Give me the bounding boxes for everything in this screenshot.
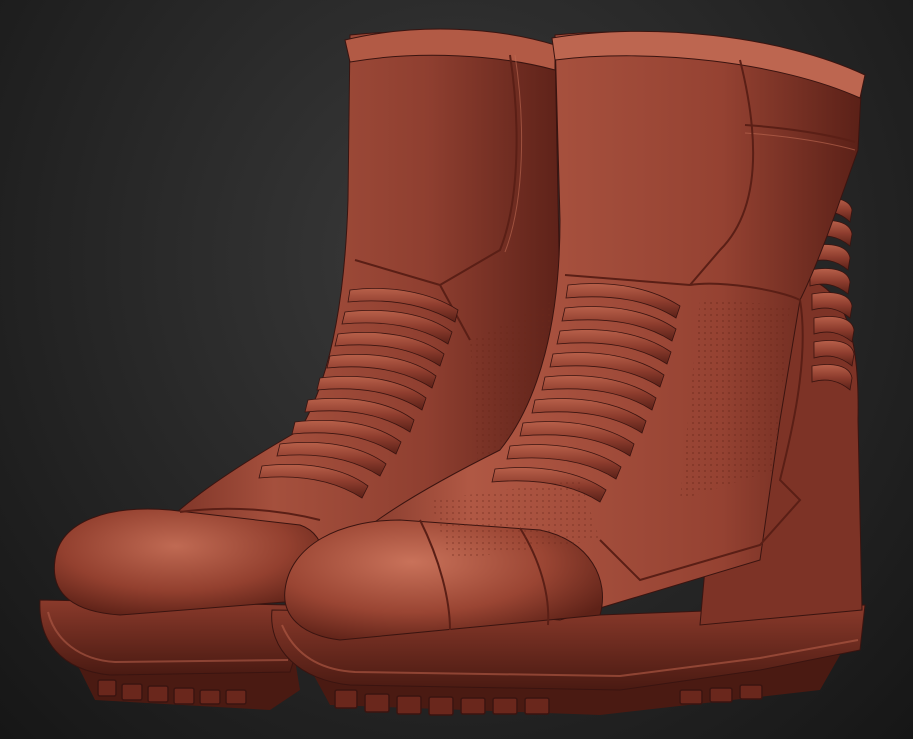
render-viewport bbox=[0, 0, 913, 739]
boots-render bbox=[39, 28, 866, 716]
